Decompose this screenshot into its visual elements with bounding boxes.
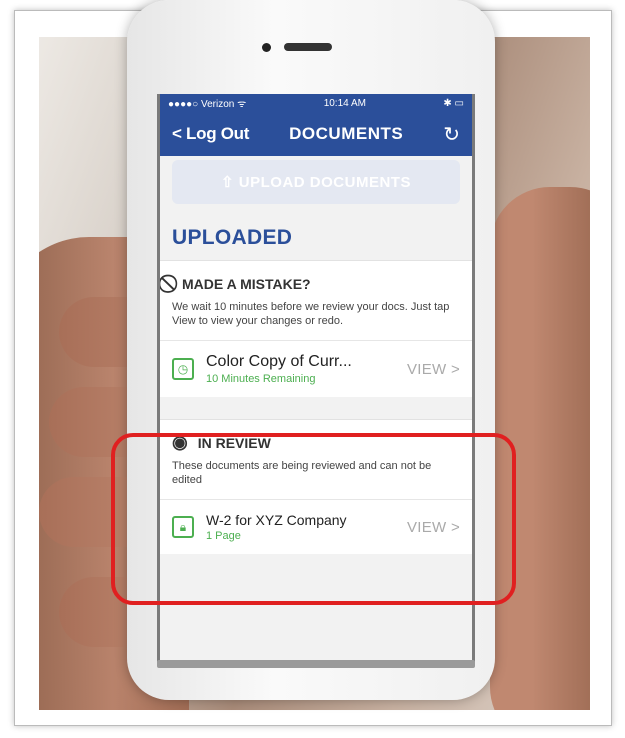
- mistake-heading: MADE A MISTAKE?: [182, 275, 311, 292]
- section-spacer: [160, 397, 472, 419]
- battery-icon: ✱ ▭: [443, 97, 464, 109]
- section-title-uploaded: UPLOADED: [172, 226, 293, 249]
- screen-bottom-edge: [157, 660, 475, 668]
- log-out-button[interactable]: < Log Out: [172, 124, 249, 144]
- list-item[interactable]: ◷ Color Copy of Curr... 10 Minutes Remai…: [160, 340, 472, 397]
- upload-documents-button[interactable]: ⇧ UPLOAD DOCUMENTS: [172, 160, 460, 204]
- doc-subtitle: 10 Minutes Remaining: [206, 373, 316, 385]
- mistake-header: ⃠ MADE A MISTAKE?: [160, 261, 472, 300]
- status-bar: ●●●●○ Verizon ᯤ 10:14 AM ✱ ▭: [160, 94, 472, 112]
- carrier-signal: ●●●●○ Verizon ᯤ: [168, 99, 247, 110]
- timer-document-icon: ◷: [172, 358, 194, 380]
- highlight-box: [111, 433, 516, 605]
- doc-info: Color Copy of Curr... 10 Minutes Remaini…: [206, 353, 407, 385]
- view-button[interactable]: VIEW >: [407, 361, 460, 378]
- clock: 10:14 AM: [323, 97, 366, 109]
- page-title: DOCUMENTS: [289, 124, 404, 143]
- speaker-grille: [284, 43, 332, 51]
- mistake-description: We wait 10 minutes before we review your…: [172, 301, 450, 327]
- doc-title: Color Copy of Curr...: [206, 353, 352, 370]
- camera-icon: [262, 43, 271, 52]
- nav-bar: < Log Out DOCUMENTS ↻: [160, 112, 472, 156]
- mistake-card: ⃠ MADE A MISTAKE? We wait 10 minutes bef…: [160, 260, 472, 397]
- refresh-icon[interactable]: ↻: [443, 122, 460, 147]
